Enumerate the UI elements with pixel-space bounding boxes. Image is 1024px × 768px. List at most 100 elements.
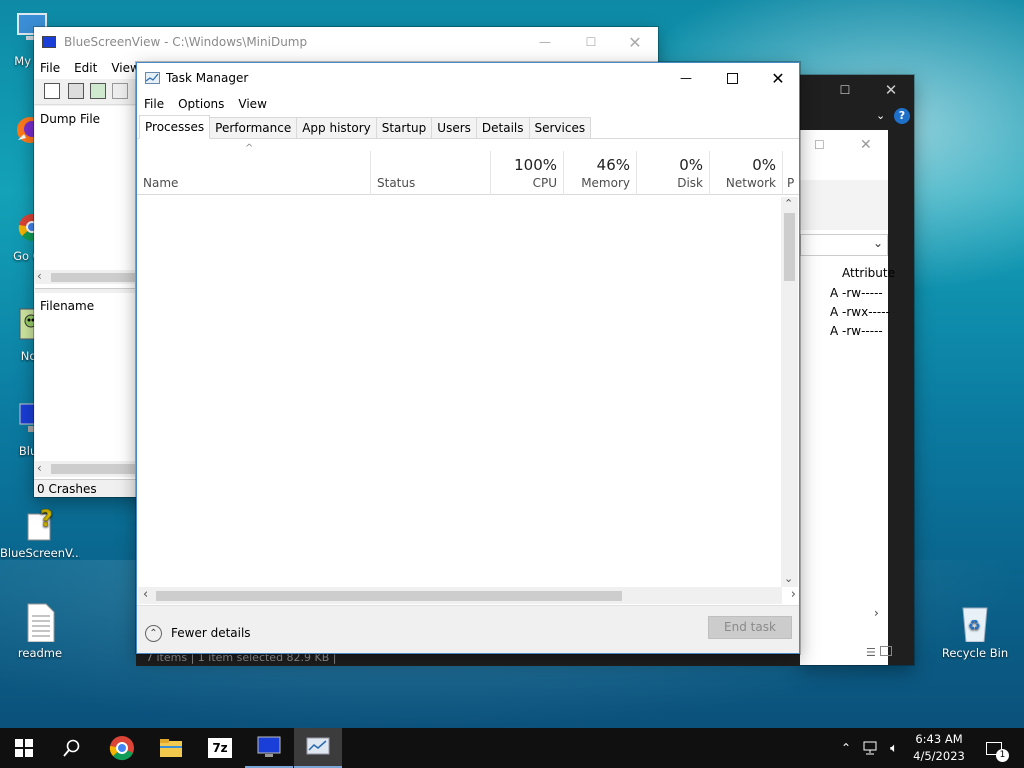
window-title: Task Manager	[166, 71, 249, 85]
scroll-right-icon[interactable]: ›	[874, 606, 879, 620]
notification-icon: 1	[986, 741, 1009, 762]
close-button[interactable]: ✕	[612, 27, 658, 57]
taskbar-chrome[interactable]	[98, 728, 146, 768]
taskbar-task-manager[interactable]	[294, 728, 342, 768]
chrome-icon	[109, 736, 134, 761]
fewer-details-button[interactable]: ⌃ Fewer details	[145, 623, 251, 643]
recycle-bin-icon: ♻	[957, 602, 993, 643]
search-button[interactable]	[48, 728, 96, 768]
maximize-button[interactable]	[709, 63, 755, 93]
menu-file[interactable]: File	[144, 97, 164, 111]
desktop-icon-label: BlueScreenV...	[0, 546, 80, 560]
tab-app-history[interactable]: App history	[296, 117, 377, 138]
scroll-right-icon[interactable]: ›	[791, 587, 796, 602]
column-memory[interactable]: 46% Memory	[564, 151, 637, 195]
desktop-icon-recycle-bin[interactable]: ♻ Recycle Bin	[935, 602, 1015, 660]
refresh-icon[interactable]	[90, 83, 106, 99]
status-row: ☰	[800, 640, 892, 665]
menu-edit[interactable]: Edit	[74, 61, 97, 75]
column-status[interactable]: Status	[371, 151, 491, 195]
taskbar-file-explorer[interactable]	[147, 728, 195, 768]
volume-control[interactable]: 🔈︎	[883, 728, 905, 768]
close-button[interactable]: ✕	[868, 75, 914, 105]
tab-performance[interactable]: Performance	[209, 117, 298, 138]
desktop-icon-bluescreenview-help[interactable]: ? BlueScreenV...	[0, 502, 80, 560]
taskbar: 7z ⌃ 🔈︎ 6:43 AM 4/5/2023 1	[0, 728, 1024, 768]
tab-processes[interactable]: Processes	[139, 115, 211, 139]
column-filename[interactable]: Filename	[40, 299, 94, 313]
svg-text:♻: ♻	[968, 618, 981, 634]
address-bar[interactable]: ⌄	[800, 234, 888, 256]
show-hidden-icons-button[interactable]: ⌃	[836, 728, 856, 768]
end-task-button[interactable]: End task	[708, 616, 792, 639]
window-title: BlueScreenView - C:\Windows\MiniDump	[64, 35, 308, 49]
task-manager-app-icon	[145, 72, 160, 84]
task-manager-icon	[306, 737, 330, 755]
scroll-left-icon[interactable]: ‹	[37, 269, 42, 283]
maximize-button[interactable]: ☐	[568, 27, 614, 57]
7zip-icon: 7z	[208, 738, 232, 758]
menu-options[interactable]: Options	[178, 97, 224, 111]
scroll-thumb[interactable]	[784, 213, 795, 281]
minimize-button[interactable]: —	[663, 63, 709, 93]
tab-details[interactable]: Details	[475, 117, 530, 138]
maximize-button[interactable]: ☐	[822, 75, 868, 105]
menu-file[interactable]: File	[40, 61, 60, 75]
scroll-thumb[interactable]	[156, 591, 622, 601]
details-view-icon[interactable]: ☰	[866, 646, 876, 659]
maximize-button[interactable]: ☐	[814, 138, 825, 152]
close-button[interactable]: ✕	[755, 63, 801, 93]
upper-list[interactable]: Dump File ‹	[35, 106, 135, 289]
column-attributes[interactable]: Attribute	[842, 266, 895, 280]
process-list[interactable]	[137, 196, 782, 587]
explorer-content[interactable]: ☐ ✕ ⌄ Attribute A -rw----- A -rwx----- A…	[800, 130, 895, 665]
process-horizontal-scrollbar[interactable]: ‹ ›	[138, 587, 796, 604]
desktop-icon-label: readme	[17, 646, 63, 660]
minimize-button[interactable]: —	[522, 27, 568, 57]
task-manager-titlebar[interactable]: Task Manager — ✕	[137, 63, 799, 93]
explorer-window-behind[interactable]: ☐ ✕ ⌄ ? ☐ ✕ ⌄ Attribute A -rw----- A -rw…	[800, 75, 914, 665]
taskbar-7zip[interactable]: 7z	[196, 728, 244, 768]
fewer-details-label: Fewer details	[171, 626, 251, 640]
folder-icon	[160, 739, 182, 757]
expand-ribbon-icon[interactable]: ⌄	[876, 109, 885, 122]
chevron-down-icon[interactable]: ⌄	[873, 236, 883, 250]
scroll-left-icon[interactable]: ‹	[143, 587, 148, 602]
column-network[interactable]: 0% Network	[710, 151, 783, 195]
task-manager-window[interactable]: Task Manager — ✕ File Options View Proce…	[136, 62, 800, 654]
scroll-left-icon[interactable]: ‹	[37, 461, 42, 475]
column-power[interactable]: P	[783, 151, 799, 195]
tab-services[interactable]: Services	[528, 117, 592, 138]
ribbon-strip	[800, 180, 888, 230]
upper-hscroll[interactable]: ‹	[35, 269, 135, 284]
tab-startup[interactable]: Startup	[375, 117, 433, 138]
taskbar-bluescreenview[interactable]	[245, 728, 293, 768]
large-icons-view-icon[interactable]	[880, 646, 892, 656]
scroll-down-icon[interactable]: ⌄	[784, 572, 793, 585]
start-button[interactable]	[0, 728, 48, 768]
column-name[interactable]: Name	[137, 151, 371, 195]
crash-count: 0 Crashes	[37, 482, 97, 496]
close-button[interactable]: ✕	[860, 137, 872, 153]
desktop-icon-readme[interactable]: readme	[0, 602, 80, 660]
column-cpu[interactable]: 100% CPU	[491, 151, 564, 195]
lower-list[interactable]: Filename ‹	[35, 293, 135, 479]
save-icon[interactable]	[68, 83, 84, 99]
bluescreenview-titlebar[interactable]: BlueScreenView - C:\Windows\MiniDump — ☐…	[34, 27, 658, 57]
process-column-header: ^ Name Status 100% CPU 46% Memory 0% Dis…	[137, 139, 799, 195]
tab-users[interactable]: Users	[431, 117, 477, 138]
text-file-icon	[22, 602, 58, 643]
network-status[interactable]	[860, 728, 882, 768]
file-attr: A -rw-----	[830, 286, 883, 300]
help-icon[interactable]: ?	[894, 108, 910, 124]
menu-view[interactable]: View	[238, 97, 266, 111]
column-dump-file[interactable]: Dump File	[40, 112, 100, 126]
scroll-up-icon[interactable]: ⌃	[784, 197, 793, 210]
process-vertical-scrollbar[interactable]: ⌃ ⌄	[781, 197, 798, 587]
copy-icon[interactable]	[112, 83, 128, 99]
clock[interactable]: 6:43 AM 4/5/2023	[906, 728, 972, 768]
action-center-button[interactable]: 1	[976, 728, 1012, 768]
column-disk[interactable]: 0% Disk	[637, 151, 710, 195]
lower-hscroll[interactable]: ‹	[35, 461, 135, 477]
properties-icon[interactable]	[44, 83, 60, 99]
